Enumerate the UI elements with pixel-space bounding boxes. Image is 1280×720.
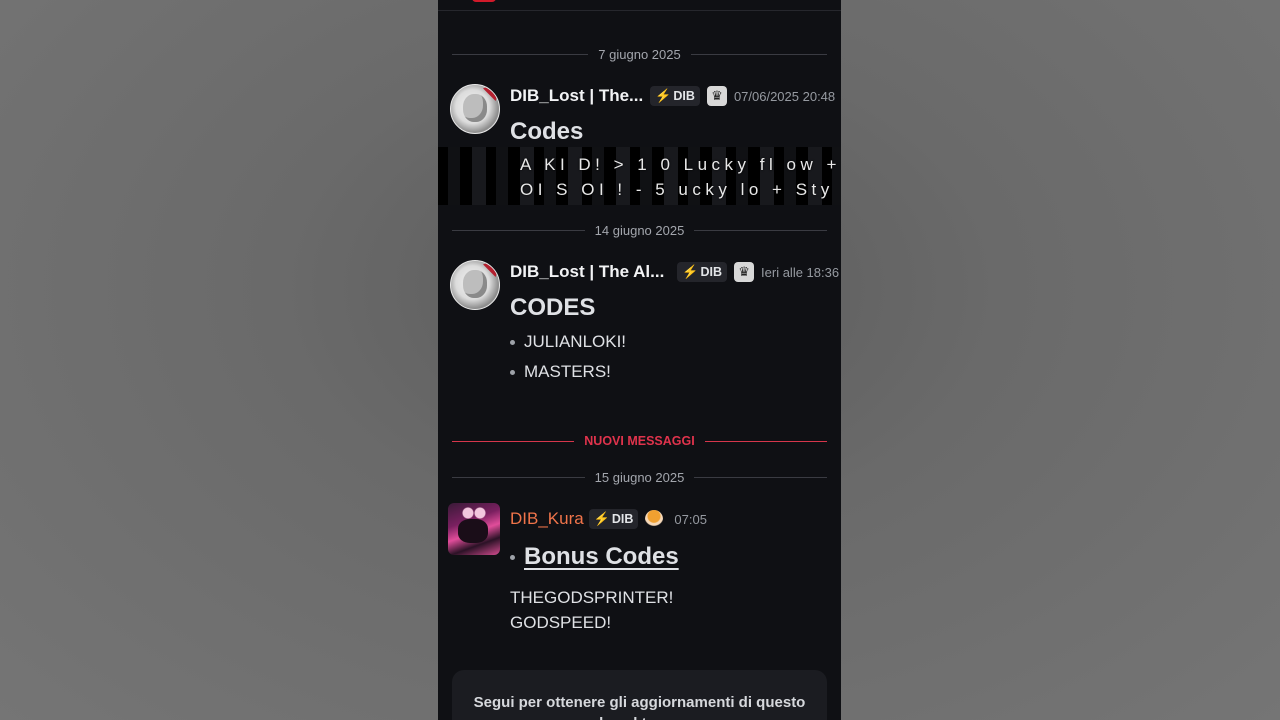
crown-icon[interactable]: ♛	[734, 262, 755, 282]
guild-tag[interactable]: ⚡ DIB	[650, 86, 700, 106]
new-messages-label: NUOVI MESSAGGI	[584, 434, 695, 448]
follow-prompt-text: Segui per ottenere gli aggiornamenti di …	[473, 694, 806, 720]
date-label: 15 giugno 2025	[594, 469, 685, 485]
code-text: JULIANLOKI!	[524, 332, 627, 351]
new-messages-divider: NUOVI MESSAGGI	[452, 433, 827, 449]
tag-label: DIB	[611, 512, 634, 526]
code-text: MASTERS!	[524, 362, 611, 381]
tag-label: DIB	[700, 265, 723, 279]
date-label: 14 giugno 2025	[594, 222, 685, 238]
avatar[interactable]	[448, 503, 500, 555]
message-heading: CODES	[510, 294, 596, 321]
bolt-icon: ⚡	[655, 88, 672, 103]
code-text: GODSPEED!	[510, 613, 612, 632]
list-item: Bonus Codes	[510, 543, 679, 571]
obscured-content: A KI D! > 1 0 Lucky fl ow + sylr sp ns O…	[438, 147, 841, 205]
message-header: DIB_Lost | The Al... ⚡ DIB ♛ Ieri alle 18…	[510, 260, 839, 284]
message-header: DIB_Kura ⚡ DIB 07:05	[510, 507, 707, 531]
top-bar	[438, 0, 841, 11]
date-divider: 7 giugno 2025	[452, 46, 828, 62]
obscured-line: OI S OI ! - 5 ucky lo + Sty e S pins	[520, 180, 841, 199]
bullet-icon	[510, 554, 515, 560]
crown-icon[interactable]: ♛	[706, 86, 727, 106]
date-label: 7 giugno 2025	[598, 46, 681, 62]
bolt-icon: ⚡	[593, 511, 610, 526]
timestamp: Ieri alle 18:36	[761, 264, 840, 280]
avatar[interactable]	[450, 260, 500, 310]
message-header: DIB_Lost | The... ⚡ DIB ♛ 07/06/2025 20:4…	[510, 84, 835, 108]
username[interactable]: DIB_Lost | The Al...	[510, 262, 664, 282]
username[interactable]: DIB_Kura	[510, 509, 584, 529]
timestamp: 07:05	[674, 511, 707, 527]
list-item: JULIANLOKI!	[510, 332, 626, 352]
notification-tab[interactable]	[472, 0, 496, 2]
follow-channel-prompt[interactable]: Segui per ottenere gli aggiornamenti di …	[452, 670, 827, 720]
avatar[interactable]	[450, 84, 500, 134]
bullet-icon	[510, 339, 515, 345]
code-text: THEGODSPRINTER!	[510, 588, 674, 607]
discord-channel-view: 7 giugno 2025 DIB_Lost | The... ⚡ DIB ♛ 0…	[438, 0, 841, 720]
timestamp: 07/06/2025 20:48	[733, 88, 836, 104]
tag-label: DIB	[673, 89, 695, 103]
message-heading: Codes	[510, 118, 584, 145]
username[interactable]: DIB_Lost | The...	[510, 86, 643, 106]
guild-tag[interactable]: ⚡ DIB	[588, 509, 639, 529]
message-heading: Bonus Codes	[524, 543, 679, 570]
date-divider: 15 giugno 2025	[452, 469, 827, 485]
guild-tag[interactable]: ⚡ DIB	[677, 262, 728, 282]
date-divider: 14 giugno 2025	[452, 222, 827, 238]
list-item: MASTERS!	[510, 362, 611, 382]
bullet-icon	[510, 369, 515, 375]
bolt-icon: ⚡	[682, 264, 699, 279]
chibi-emoji-icon[interactable]	[645, 510, 664, 528]
obscured-line: A KI D! > 1 0 Lucky fl ow + sylr sp ns	[520, 155, 841, 174]
